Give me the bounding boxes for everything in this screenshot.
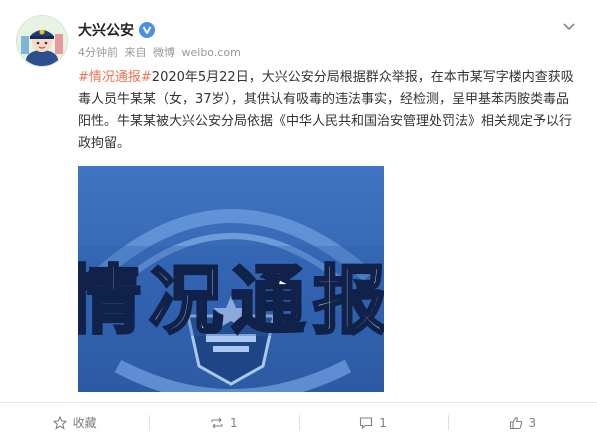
repost-icon — [210, 416, 224, 430]
post-text: #情况通报#2020年5月22日，大兴公安分局根据群众举报，在本市某写字楼内查获… — [78, 67, 578, 155]
source-prefix: 来自 — [124, 46, 147, 59]
like-count: 3 — [528, 415, 537, 430]
post-image[interactable]: 情况通报 — [78, 166, 384, 392]
post-meta: 4分钟前 来自 微博 weibo.com — [78, 44, 244, 60]
comment-count: 1 — [379, 415, 387, 430]
verified-badge-icon — [139, 22, 155, 38]
author-row: 大兴公安 — [78, 20, 155, 40]
post-source[interactable]: 微博 — [153, 46, 175, 59]
image-heading: 情况通报 — [78, 258, 384, 344]
favorite-button[interactable]: 收藏 — [0, 403, 149, 442]
author-name[interactable]: 大兴公安 — [78, 20, 134, 40]
police-mascot-icon — [17, 16, 67, 66]
topic-link[interactable]: #情况通报# — [78, 70, 152, 85]
thumbs-up-icon — [509, 416, 523, 430]
post-body: 2020年5月22日，大兴公安分局根据群众举报，在本市某写字楼内查获吸毒人员牛某… — [78, 70, 574, 151]
favorite-label: 收藏 — [72, 416, 97, 430]
post-time[interactable]: 4分钟前 — [78, 46, 118, 59]
police-emblem-image-icon: 情况通报 — [78, 166, 384, 392]
site-name: weibo.com — [181, 46, 241, 59]
like-button[interactable]: 3 — [447, 403, 597, 442]
repost-count: 1 — [230, 415, 238, 430]
comment-icon — [359, 416, 373, 430]
action-bar: 收藏 1 1 3 — [0, 403, 597, 442]
author-avatar[interactable] — [16, 15, 68, 67]
comment-button[interactable]: 1 — [298, 403, 448, 442]
repost-button[interactable]: 1 — [149, 403, 298, 442]
chevron-down-icon[interactable] — [561, 18, 577, 34]
star-icon — [52, 415, 67, 430]
